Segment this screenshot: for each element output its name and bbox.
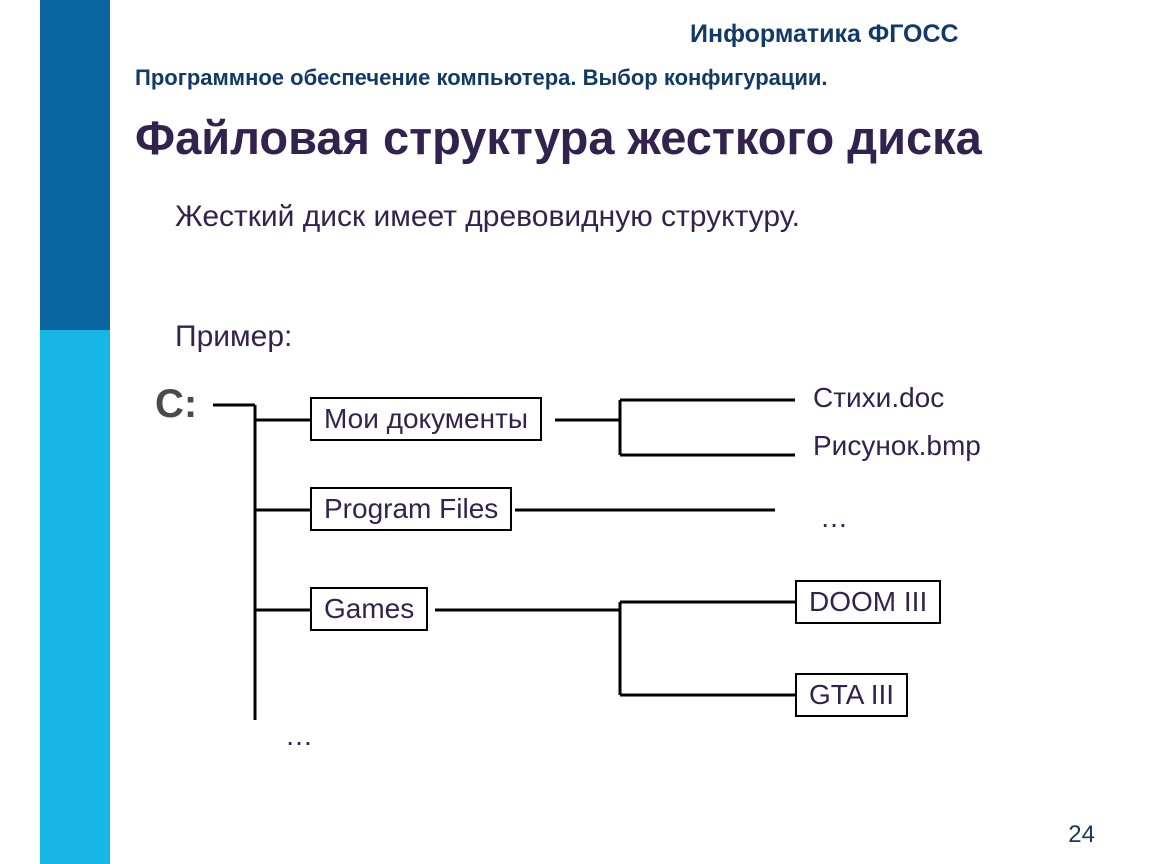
folder-my-documents: Мои документы [310,397,542,441]
header-right: Информатика ФГОСС [690,20,959,49]
file-tree-diagram: C: Мои документы Program Files Games Сти… [155,370,1035,800]
sidebar-accent-dark [40,0,110,330]
folder-program-files: Program Files [310,487,512,531]
file-risunok: Рисунок.bmp [813,430,981,462]
folder-games: Games [310,587,428,631]
page-number: 24 [1068,821,1095,849]
folder-doom3: DOOM III [795,580,941,624]
slide: Информатика ФГОСС Программное обеспечени… [0,0,1150,864]
example-label: Пример: [175,320,292,354]
folder-gta3: GTA III [795,673,908,717]
body-text: Жесткий диск имеет древовидную структуру… [175,200,800,234]
program-files-more: … [820,502,848,534]
file-stihi: Стихи.doc [813,382,944,414]
drive-label: C: [155,382,197,427]
subtitle: Программное обеспечение компьютера. Выбо… [135,65,828,91]
root-more: … [285,720,313,752]
slide-title: Файловая структура жесткого диска [135,110,982,165]
